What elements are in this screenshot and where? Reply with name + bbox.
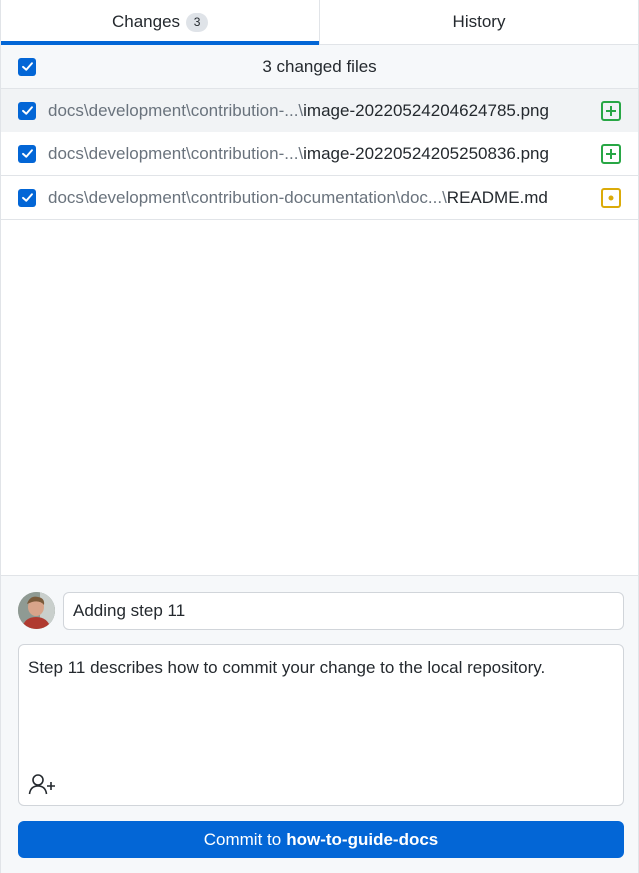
- file-path: docs\development\contribution-...\image-…: [48, 144, 586, 164]
- person-add-icon[interactable]: [28, 773, 56, 795]
- commit-panel: Adding step 11 Step 11 describes how to …: [1, 575, 638, 873]
- commit-button-prefix: Commit to: [203, 829, 282, 849]
- tab-history[interactable]: History: [319, 0, 638, 44]
- changed-files-count: 3 changed files: [262, 56, 377, 76]
- commit-description-field[interactable]: Step 11 describes how to commit your cha…: [18, 644, 624, 806]
- diff-added-icon: [601, 143, 621, 164]
- tab-history-label: History: [452, 12, 506, 31]
- file-path: docs\development\contribution-...\image-…: [48, 101, 586, 121]
- diff-added-icon: [601, 100, 621, 121]
- check-icon: [21, 149, 33, 158]
- commit-summary-input[interactable]: Adding step 11: [63, 592, 624, 630]
- select-all-checkbox[interactable]: [18, 57, 36, 76]
- tab-changes-label: Changes: [111, 12, 181, 31]
- file-name: image-20220524205250836.png: [303, 143, 549, 163]
- file-row[interactable]: docs\development\contribution-documentat…: [1, 176, 638, 220]
- file-checkbox[interactable]: [18, 101, 36, 120]
- app-window: Changes 3 History 3 changed files docs\d…: [0, 0, 639, 873]
- empty-file-list-area: [1, 220, 638, 575]
- file-path: docs\development\contribution-documentat…: [48, 188, 586, 208]
- tab-bar: Changes 3 History: [1, 0, 638, 45]
- file-path-prefix: docs\development\contribution-...\: [48, 143, 304, 163]
- user-avatar-icon: [18, 592, 55, 629]
- check-icon: [21, 193, 33, 202]
- commit-branch-name: how-to-guide-docs: [286, 829, 439, 849]
- file-path-prefix: docs\development\contribution-...\: [48, 100, 304, 120]
- avatar: [18, 592, 55, 629]
- file-row[interactable]: docs\development\contribution-...\image-…: [1, 132, 638, 176]
- file-name: image-20220524204624785.png: [303, 100, 549, 120]
- file-checkbox[interactable]: [18, 144, 36, 163]
- tab-changes[interactable]: Changes 3: [1, 0, 319, 45]
- changes-count-badge: 3: [186, 12, 209, 32]
- commit-description-text: Step 11 describes how to commit your cha…: [28, 658, 546, 677]
- file-row[interactable]: docs\development\contribution-...\image-…: [1, 89, 638, 133]
- file-path-prefix: docs\development\contribution-documentat…: [48, 187, 447, 207]
- file-checkbox[interactable]: [18, 188, 36, 207]
- check-icon: [21, 106, 33, 115]
- changed-files-header: 3 changed files: [1, 45, 638, 89]
- check-icon: [21, 62, 33, 71]
- file-name: README.md: [446, 187, 548, 207]
- diff-modified-icon: [601, 187, 621, 208]
- commit-button[interactable]: Commit to how-to-guide-docs: [18, 821, 624, 858]
